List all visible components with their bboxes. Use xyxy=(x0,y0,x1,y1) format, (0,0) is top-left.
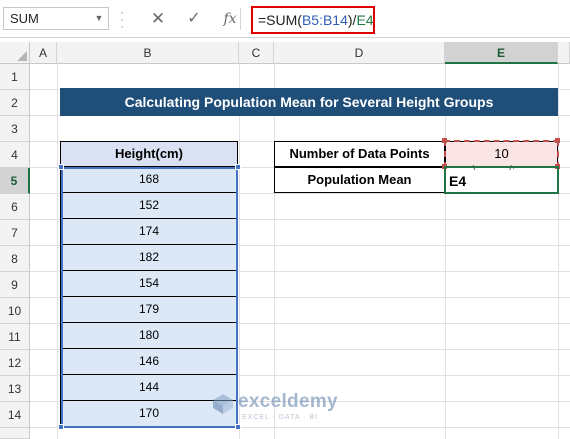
row-header[interactable]: 2 xyxy=(0,90,30,116)
row-header[interactable]: 12 xyxy=(0,350,30,376)
watermark: exceldemy EXCEL · DATA · BI xyxy=(212,391,372,431)
row-header[interactable]: 8 xyxy=(0,246,30,272)
row-header[interactable] xyxy=(0,428,30,439)
formula-range-ref: B5:B14 xyxy=(301,12,348,28)
row-header[interactable]: 10 xyxy=(0,298,30,324)
enter-icon[interactable]: ✓ xyxy=(180,7,208,31)
gridline xyxy=(558,64,559,439)
range-resize-handle[interactable] xyxy=(58,164,64,170)
select-all-triangle-icon xyxy=(17,51,27,61)
reference-corner-handle xyxy=(555,138,560,143)
formula-input[interactable]: =SUM(B5:B14)/E4 xyxy=(251,6,375,34)
watermark-name: exceldemy xyxy=(238,391,338,412)
gridline xyxy=(57,64,58,439)
more-options-icon[interactable]: · · · xyxy=(118,6,126,32)
row-header[interactable]: 7 xyxy=(0,220,30,246)
row-header[interactable]: 11 xyxy=(0,324,30,350)
range-resize-handle[interactable] xyxy=(235,164,241,170)
reference-corner-handle xyxy=(442,138,447,143)
column-header-b[interactable]: B xyxy=(57,42,239,64)
cancel-icon[interactable]: ✕ xyxy=(144,7,172,31)
range-resize-handle[interactable] xyxy=(58,424,64,430)
row-header[interactable]: 6 xyxy=(0,194,30,220)
formula-prefix: =SUM( xyxy=(258,12,302,28)
formula-range-highlight xyxy=(61,167,238,428)
column-header-c[interactable]: C xyxy=(239,42,274,64)
row-header-selected[interactable]: 5 xyxy=(0,168,30,194)
gridline xyxy=(445,64,446,439)
formula-cell-ref: E4 xyxy=(356,12,374,28)
column-header-d[interactable]: D xyxy=(274,42,445,64)
chevron-down-icon[interactable]: ▼ xyxy=(92,7,106,30)
data-points-label[interactable]: Number of Data Points xyxy=(274,141,445,167)
row-header[interactable]: 14 xyxy=(0,402,30,428)
gridline xyxy=(274,64,275,439)
row-header[interactable]: 13 xyxy=(0,376,30,402)
gridline xyxy=(239,64,240,439)
column-header-e[interactable]: E xyxy=(445,42,558,64)
active-cell-editing-text[interactable]: E4 xyxy=(449,172,466,190)
row-header[interactable]: 3 xyxy=(0,116,30,142)
formula-bar-divider xyxy=(240,8,241,30)
exceldemy-logo-icon xyxy=(213,394,233,414)
sheet-title[interactable]: Calculating Population Mean for Several … xyxy=(60,88,558,116)
column-header-f[interactable] xyxy=(558,42,570,64)
population-mean-label[interactable]: Population Mean xyxy=(274,167,445,193)
row-header[interactable]: 9 xyxy=(0,272,30,298)
watermark-tagline: EXCEL · DATA · BI xyxy=(242,414,318,421)
cell-reference-highlight xyxy=(444,140,559,168)
row-header[interactable]: 1 xyxy=(0,64,30,90)
height-column-header[interactable]: Height(cm) xyxy=(60,141,238,167)
row-header[interactable]: 4 xyxy=(0,142,30,168)
column-header-a[interactable]: A xyxy=(30,42,57,64)
